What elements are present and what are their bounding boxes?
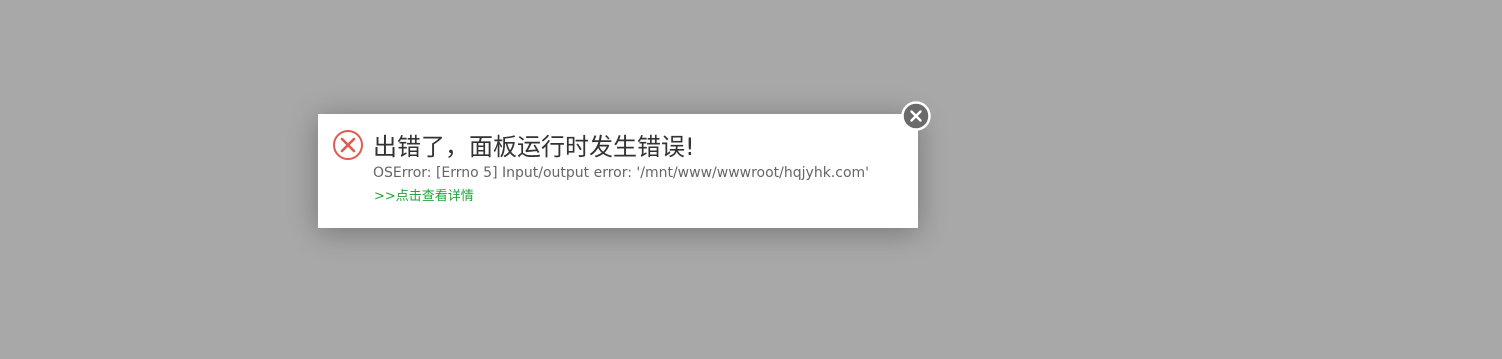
dialog-title: 出错了，面板运行时发生错误! <box>373 133 695 161</box>
close-icon <box>901 101 931 131</box>
error-message: OSError: [Errno 5] Input/output error: '… <box>373 165 869 181</box>
view-details-link[interactable]: >>点击查看详情 <box>374 188 474 206</box>
close-button[interactable] <box>901 101 931 131</box>
error-icon <box>332 129 364 161</box>
error-dialog: 出错了，面板运行时发生错误! OSError: [Errno 5] Input/… <box>318 114 918 228</box>
